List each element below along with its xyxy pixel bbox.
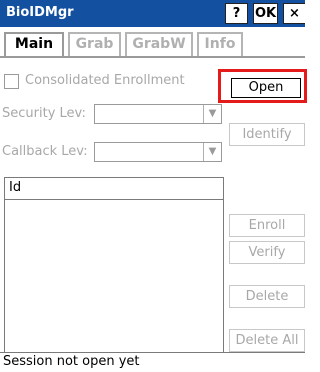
close-button[interactable]: ×	[283, 3, 305, 24]
tab-main[interactable]: Main	[4, 32, 64, 58]
main-panel: Main Grab GrabW Info Consolidated Enroll…	[0, 27, 307, 372]
callback-level-select[interactable]: ▼	[94, 142, 222, 162]
status-bar: Session not open yet	[0, 352, 305, 372]
consolidated-enrollment-label: Consolidated Enrollment	[25, 73, 185, 88]
highlight-box	[218, 69, 307, 103]
identify-button[interactable]: Identify	[229, 123, 305, 146]
tab-info[interactable]: Info	[197, 32, 243, 56]
window-title: BioIDMgr	[6, 5, 74, 20]
security-level-select[interactable]: ▼	[94, 104, 222, 124]
chevron-down-icon: ▼	[203, 105, 221, 123]
verify-button[interactable]: Verify	[229, 241, 305, 264]
callback-level-label: Callback Lev:	[2, 144, 88, 159]
ok-button[interactable]: OK	[253, 3, 278, 24]
title-bar: BioIDMgr ? OK ×	[0, 0, 305, 27]
security-level-label: Security Lev:	[2, 106, 86, 121]
chevron-down-icon: ▼	[203, 143, 221, 161]
tab-grab[interactable]: Grab	[68, 32, 121, 56]
delete-all-button[interactable]: Delete All	[229, 329, 305, 352]
tab-divider	[0, 56, 305, 58]
enroll-button[interactable]: Enroll	[229, 214, 305, 237]
consolidated-enrollment-checkbox[interactable]	[4, 74, 19, 89]
tab-grabw[interactable]: GrabW	[125, 32, 193, 56]
help-button[interactable]: ?	[225, 3, 248, 24]
id-list[interactable]: Id	[4, 177, 224, 362]
list-header-id[interactable]: Id	[5, 178, 223, 200]
delete-button[interactable]: Delete	[229, 285, 305, 308]
